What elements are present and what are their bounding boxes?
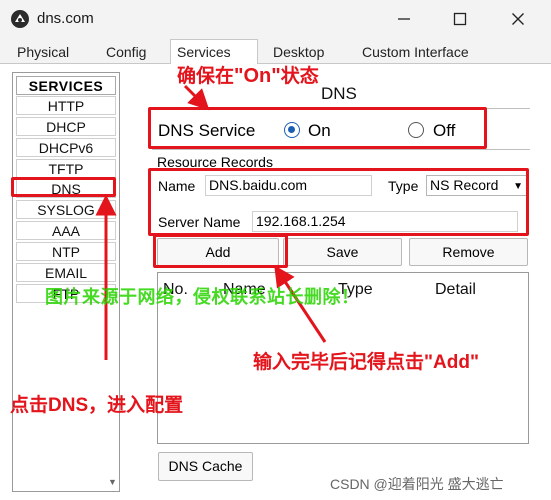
panel-title: DNS bbox=[321, 84, 357, 103]
service-item-email[interactable]: EMAIL bbox=[16, 263, 116, 282]
services-list: SERVICES HTTP DHCP DHCPv6 TFTP DNS SYSLO… bbox=[12, 72, 120, 492]
divider bbox=[152, 108, 530, 109]
dns-cache-button[interactable]: DNS Cache bbox=[158, 452, 253, 481]
service-item-aaa[interactable]: AAA bbox=[16, 221, 116, 240]
type-select[interactable]: NS Record ▼ bbox=[426, 175, 528, 196]
tab-physical[interactable]: Physical bbox=[11, 41, 75, 64]
remove-button[interactable]: Remove bbox=[409, 238, 528, 266]
annotation-click-add: 输入完毕后记得点击"Add" bbox=[253, 352, 479, 373]
service-item-http[interactable]: HTTP bbox=[16, 96, 116, 115]
name-label: Name bbox=[158, 178, 196, 194]
service-item-tftp[interactable]: TFTP bbox=[16, 159, 116, 178]
annotation-click-dns: 点击DNS，进入配置 bbox=[10, 395, 184, 416]
service-item-dhcp[interactable]: DHCP bbox=[16, 117, 116, 136]
service-item-ntp[interactable]: NTP bbox=[16, 242, 116, 261]
save-button[interactable]: Save bbox=[283, 238, 402, 266]
minimize-button[interactable] bbox=[386, 6, 422, 32]
caret-down-icon: ▼ bbox=[513, 181, 523, 192]
close-button[interactable] bbox=[500, 6, 536, 32]
packet-tracer-icon bbox=[11, 10, 29, 28]
tab-custom-interface[interactable]: Custom Interface bbox=[356, 41, 475, 64]
server-name-label: Server Name bbox=[158, 214, 241, 230]
maximize-icon bbox=[453, 12, 467, 26]
column-header-detail: Detail bbox=[435, 281, 476, 298]
divider bbox=[152, 149, 530, 150]
service-item-dns[interactable]: DNS bbox=[16, 179, 116, 198]
add-button[interactable]: Add bbox=[157, 238, 279, 266]
csdn-credit: CSDN @迎着阳光 盛大逃亡 bbox=[330, 476, 504, 492]
server-name-input[interactable]: 192.168.1.254 bbox=[252, 211, 518, 232]
scroll-down-icon[interactable]: ▼ bbox=[108, 477, 118, 489]
dns-on-radio[interactable] bbox=[284, 122, 300, 138]
services-header: SERVICES bbox=[16, 76, 116, 95]
dns-service-label: DNS Service bbox=[158, 121, 256, 140]
resource-records-label: Resource Records bbox=[157, 154, 273, 170]
maximize-button[interactable] bbox=[442, 6, 478, 32]
close-icon bbox=[512, 13, 524, 25]
watermark-text: 图片来源于网络，侵权联系站长删除！ bbox=[45, 287, 360, 307]
minimize-icon bbox=[398, 18, 410, 20]
dns-off-label[interactable]: Off bbox=[433, 121, 455, 141]
service-item-dhcpv6[interactable]: DHCPv6 bbox=[16, 138, 116, 157]
tab-config[interactable]: Config bbox=[100, 41, 152, 64]
window-title: dns.com bbox=[37, 10, 94, 27]
type-label: Type bbox=[388, 178, 419, 194]
services-content: SERVICES HTTP DHCP DHCPv6 TFTP DNS SYSLO… bbox=[0, 64, 551, 500]
dns-off-radio[interactable] bbox=[408, 122, 424, 138]
title-bar: dns.com bbox=[0, 0, 551, 38]
type-select-value: NS Record bbox=[430, 177, 499, 193]
dns-on-label[interactable]: On bbox=[308, 121, 331, 141]
annotation-ensure-on: 确保在"On"状态 bbox=[177, 65, 319, 87]
name-input[interactable]: DNS.baidu.com bbox=[205, 175, 372, 196]
service-item-syslog[interactable]: SYSLOG bbox=[16, 200, 116, 219]
